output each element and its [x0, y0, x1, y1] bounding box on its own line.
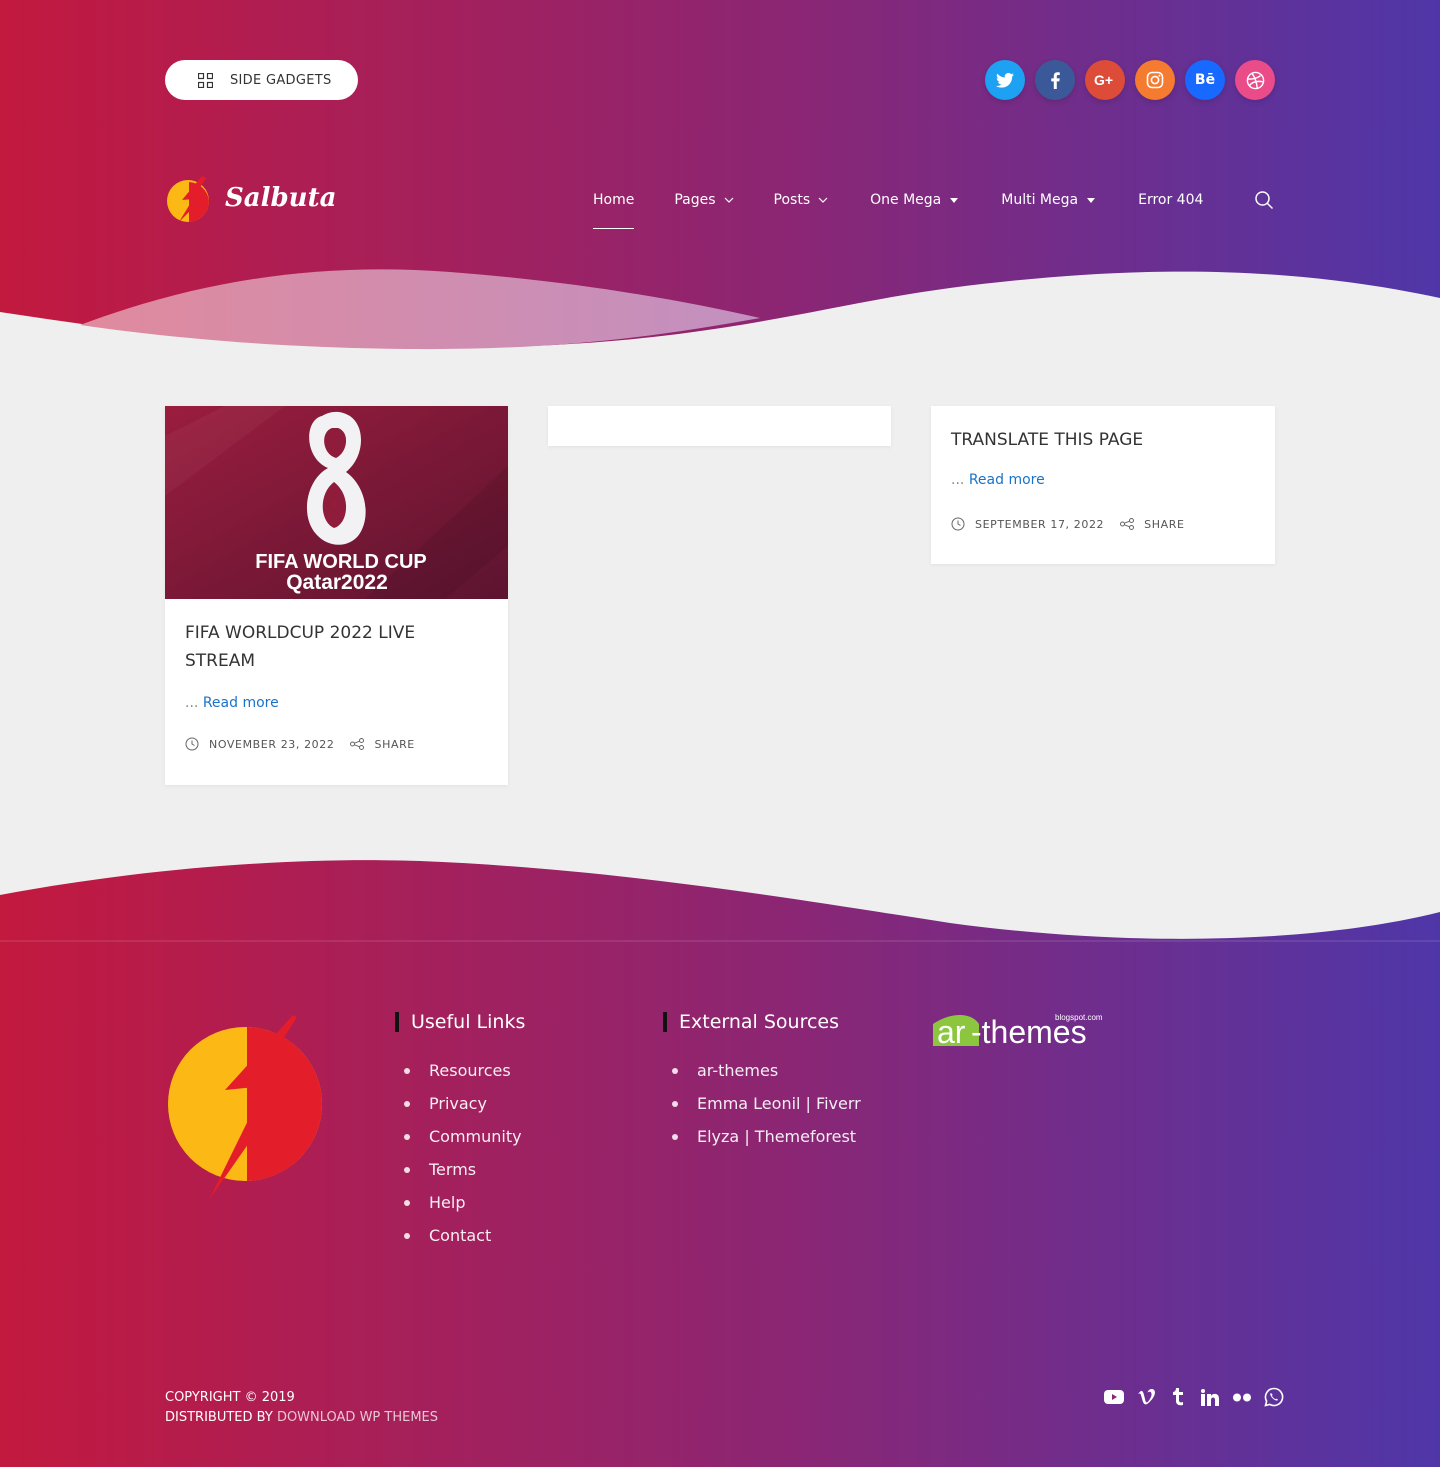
distributed-prefix: DISTRIBUTED BY [165, 1410, 273, 1425]
copyright: COPYRIGHT © 2019 DISTRIBUTED BY DOWNLOAD… [165, 1388, 438, 1428]
linkedin-icon[interactable] [1200, 1386, 1220, 1408]
footer-useful-links: Useful Links Resources Privacy Community… [395, 1012, 525, 1252]
share-icon [350, 738, 365, 750]
copyright-text: COPYRIGHT © 2019 [165, 1390, 295, 1405]
vimeo-icon[interactable] [1136, 1386, 1156, 1408]
search-icon[interactable] [1254, 190, 1274, 210]
read-more-link[interactable]: Read more [969, 472, 1045, 488]
footer-link-help[interactable]: Help [395, 1186, 525, 1219]
footer-social-links [1104, 1386, 1284, 1408]
tumblr-icon[interactable] [1168, 1386, 1188, 1408]
nav-item-home[interactable]: Home [593, 188, 635, 229]
dribbble-icon[interactable] [1235, 60, 1275, 100]
excerpt-ellipsis: ... [185, 695, 199, 711]
footer-lightning-logo-icon [168, 1015, 322, 1200]
grid-icon [198, 72, 213, 88]
footer-link-community[interactable]: Community [395, 1120, 525, 1153]
behance-glyph: Bē [1194, 72, 1216, 88]
post-title[interactable]: FIFA WORLDCUP 2022 LIVE STREAM [185, 619, 488, 675]
nav-item-error-404[interactable]: Error 404 [1138, 188, 1203, 212]
side-gadgets-button[interactable]: SIDE GADGETS [165, 60, 358, 100]
ar-themes-logo-prefix: ar [937, 1014, 966, 1050]
footer-link-privacy[interactable]: Privacy [395, 1087, 525, 1120]
main-navigation: Home Pages Posts One Mega Multi Mega Err… [593, 188, 1203, 229]
side-gadgets-label: SIDE GADGETS [230, 72, 332, 88]
caret-down-icon [1087, 197, 1096, 203]
image-caption-line2: Qatar2022 [286, 571, 388, 594]
post-thumbnail[interactable]: FIFA WORLD CUP Qatar2022 [165, 406, 508, 599]
footer-external-sources: External Sources ar-themes Emma Leonil |… [663, 1012, 861, 1153]
flickr-icon[interactable] [1232, 1386, 1252, 1408]
site-logo[interactable]: Salbuta [165, 172, 336, 224]
nav-label: One Mega [870, 192, 942, 208]
share-button[interactable]: SHARE [1120, 518, 1184, 531]
nav-item-one-mega[interactable]: One Mega [870, 188, 959, 212]
post-card: FIFA WORLD CUP Qatar2022 FIFA WORLDCUP 2… [165, 406, 508, 785]
post-date: NOVEMBER 23, 2022 [209, 737, 335, 751]
google-plus-icon[interactable]: G+ [1085, 60, 1125, 100]
post-meta: NOVEMBER 23, 2022 SHARE [185, 737, 488, 751]
clock-icon [951, 517, 965, 531]
nav-item-multi-mega[interactable]: Multi Mega [1001, 188, 1096, 212]
distributed-by: DISTRIBUTED BY DOWNLOAD WP THEMES [165, 1408, 438, 1428]
nav-label: Multi Mega [1001, 192, 1079, 208]
share-button[interactable]: SHARE [350, 738, 414, 751]
share-icon [1120, 518, 1135, 530]
nav-item-posts[interactable]: Posts [774, 188, 829, 212]
chevron-down-icon [818, 197, 828, 203]
ar-themes-logo-suffix: -themes [971, 1014, 1087, 1050]
nav-label: Pages [674, 192, 716, 208]
post-title[interactable]: TRANSLATE THIS PAGE [951, 426, 1255, 454]
twitter-icon[interactable] [985, 60, 1025, 100]
facebook-icon[interactable] [1035, 60, 1075, 100]
behance-icon[interactable]: Bē [1185, 60, 1225, 100]
share-label: SHARE [374, 737, 415, 751]
chevron-down-icon [724, 197, 733, 203]
post-card: TRANSLATE THIS PAGE ... Read more SEPTEM… [931, 406, 1275, 564]
caret-down-icon [950, 197, 959, 203]
instagram-icon[interactable] [1135, 60, 1175, 100]
clock-icon [185, 737, 199, 751]
read-more-link[interactable]: Read more [203, 695, 279, 711]
svg-text:G+: G+ [1094, 73, 1113, 87]
excerpt-ellipsis: ... [951, 472, 965, 488]
post-meta: SEPTEMBER 17, 2022 SHARE [951, 517, 1255, 531]
footer-link-themeforest[interactable]: Elyza | Themeforest [663, 1120, 861, 1153]
footer-link-ar-themes[interactable]: ar-themes [663, 1054, 861, 1087]
footer-link-resources[interactable]: Resources [395, 1054, 525, 1087]
post-excerpt: ... Read more [951, 472, 1255, 488]
nav-label: Home [593, 192, 635, 208]
whatsapp-icon[interactable] [1264, 1386, 1284, 1408]
nav-item-pages[interactable]: Pages [674, 188, 733, 212]
distributed-link[interactable]: DOWNLOAD WP THEMES [277, 1410, 438, 1425]
footer-link-terms[interactable]: Terms [395, 1153, 525, 1186]
external-sources-heading: External Sources [663, 1012, 861, 1032]
lightning-logo-icon [167, 176, 210, 222]
footer-link-contact[interactable]: Contact [395, 1219, 525, 1252]
site-name: Salbuta [225, 183, 337, 213]
useful-links-heading: Useful Links [395, 1012, 525, 1032]
share-label: SHARE [1144, 517, 1185, 531]
youtube-icon[interactable] [1104, 1386, 1124, 1408]
image-caption-line1: FIFA WORLD CUP [255, 551, 426, 573]
nav-label: Posts [773, 192, 811, 208]
header-social-links: G+ Bē [985, 60, 1275, 100]
post-date: SEPTEMBER 17, 2022 [975, 517, 1105, 531]
ar-themes-logo[interactable]: blogspot.com ar -themes [931, 1010, 1111, 1050]
post-card-empty [548, 406, 891, 446]
footer-link-fiverr[interactable]: Emma Leonil | Fiverr [663, 1087, 861, 1120]
nav-label: Error 404 [1138, 192, 1204, 208]
post-excerpt: ... Read more [185, 695, 488, 711]
